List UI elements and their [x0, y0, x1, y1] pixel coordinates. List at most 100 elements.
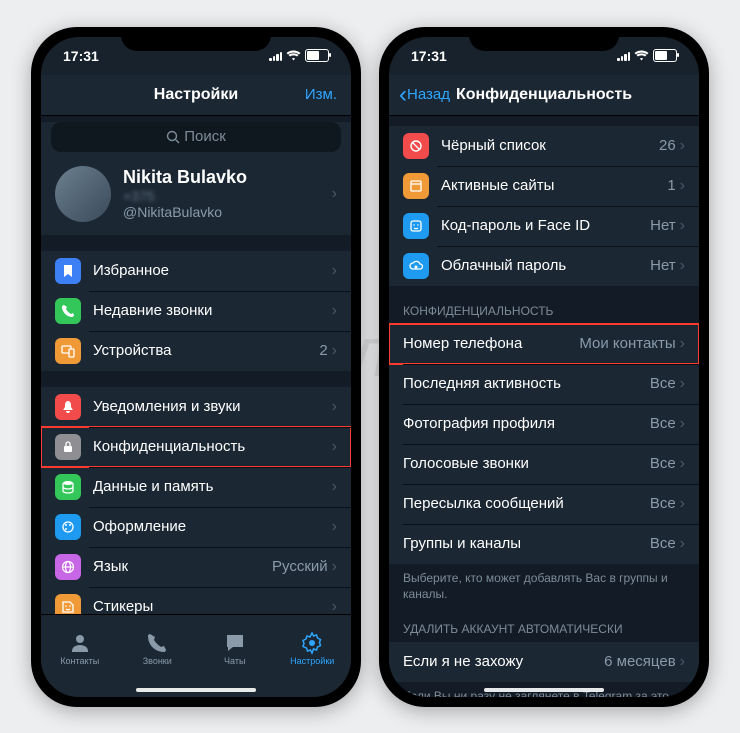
row-value: Русский: [272, 558, 328, 575]
row-label: Конфиденциальность: [93, 438, 332, 455]
settings-row[interactable]: Если я не захожу6 месяцев›: [389, 642, 699, 682]
row-label: Голосовые звонки: [403, 455, 650, 472]
tab-contacts[interactable]: Контакты: [41, 615, 119, 683]
chevron-right-icon: ›: [680, 137, 685, 155]
phone-icon: [55, 298, 81, 324]
chevron-right-icon: ›: [332, 262, 337, 280]
chevron-right-icon: ›: [680, 415, 685, 433]
section-footer: Выберите, кто может добавлять Вас в груп…: [389, 564, 699, 604]
settings-row[interactable]: Недавние звонки›: [41, 291, 351, 331]
home-indicator: [484, 688, 604, 692]
row-value: Нет: [650, 217, 676, 234]
settings-row[interactable]: Стикеры›: [41, 587, 351, 614]
row-label: Язык: [93, 558, 272, 575]
search-icon: [166, 130, 180, 144]
row-label: Уведомления и звуки: [93, 398, 332, 415]
tab-label: Контакты: [60, 656, 99, 666]
settings-row[interactable]: Конфиденциальность›: [41, 427, 351, 467]
row-value: 1: [667, 177, 675, 194]
settings-row[interactable]: Фотография профиляВсе›: [389, 404, 699, 444]
row-label: Последняя активность: [403, 375, 650, 392]
chevron-right-icon: ›: [680, 217, 685, 235]
chevron-right-icon: ›: [332, 478, 337, 496]
status-time: 17:31: [411, 48, 447, 64]
chevron-right-icon: ›: [680, 177, 685, 195]
chevron-right-icon: ›: [680, 653, 685, 671]
chevron-right-icon: ›: [332, 342, 337, 360]
signal-icon: [617, 51, 630, 61]
settings-row[interactable]: Пересылка сообщенийВсе›: [389, 484, 699, 524]
tab-chats[interactable]: Чаты: [196, 615, 274, 683]
profile-row[interactable]: Nikita Bulavko +375 @NikitaBulavko ›: [41, 158, 351, 234]
chevron-right-icon: ›: [332, 438, 337, 456]
row-label: Пересылка сообщений: [403, 495, 650, 512]
globe-icon: [55, 554, 81, 580]
settings-row[interactable]: Избранное›: [41, 251, 351, 291]
row-label: Чёрный список: [441, 137, 659, 154]
settings-row[interactable]: Номер телефонаМои контакты ›: [389, 324, 699, 364]
search-placeholder: Поиск: [184, 128, 226, 145]
row-label: Если я не захожу: [403, 653, 604, 670]
row-label: Фотография профиля: [403, 415, 650, 432]
battery-icon: [305, 49, 329, 62]
row-label: Устройства: [93, 342, 319, 359]
back-button[interactable]: ‹Назад: [399, 75, 450, 115]
chevron-right-icon: ›: [680, 495, 685, 513]
edit-button[interactable]: Изм.: [305, 75, 337, 115]
chevron-right-icon: ›: [680, 535, 685, 553]
row-label: Данные и память: [93, 478, 332, 495]
settings-row[interactable]: Данные и память›: [41, 467, 351, 507]
row-value: 26: [659, 137, 676, 154]
row-value: 2: [319, 342, 327, 359]
faceid-icon: [403, 213, 429, 239]
settings-row[interactable]: Облачный парольНет›: [389, 246, 699, 286]
page-title: Конфиденциальность: [456, 86, 632, 104]
avatar: [55, 166, 111, 222]
notch: [469, 27, 619, 51]
chevron-right-icon: ›: [332, 398, 337, 416]
row-value: Все: [650, 495, 676, 512]
tab-settings[interactable]: Настройки: [274, 615, 352, 683]
chevron-right-icon: ›: [680, 257, 685, 275]
settings-row[interactable]: Группы и каналыВсе›: [389, 524, 699, 564]
settings-row[interactable]: ЯзыкРусский›: [41, 547, 351, 587]
settings-row[interactable]: Чёрный список26›: [389, 126, 699, 166]
row-label: Номер телефона: [403, 335, 579, 352]
settings-row[interactable]: Уведомления и звуки›: [41, 387, 351, 427]
chevron-right-icon: ›: [680, 335, 685, 353]
row-value: Все: [650, 535, 676, 552]
wifi-icon: [634, 50, 649, 61]
settings-row[interactable]: Активные сайты1 ›: [389, 166, 699, 206]
row-value: 6 месяцев: [604, 653, 676, 670]
tab-label: Чаты: [224, 656, 245, 666]
chevron-right-icon: ›: [332, 185, 337, 203]
row-value: Мои контакты: [579, 335, 675, 352]
settings-row[interactable]: Код-пароль и Face IDНет›: [389, 206, 699, 246]
tab-calls[interactable]: Звонки: [119, 615, 197, 683]
back-label: Назад: [407, 86, 450, 103]
bell-icon: [55, 394, 81, 420]
wifi-icon: [286, 50, 301, 61]
notch: [121, 27, 271, 51]
chevron-right-icon: ›: [332, 518, 337, 536]
row-value: Нет: [650, 257, 676, 274]
status-time: 17:31: [63, 48, 99, 64]
profile-name: Nikita Bulavko: [123, 167, 320, 188]
settings-row[interactable]: Последняя активностьВсе›: [389, 364, 699, 404]
sticker-icon: [55, 594, 81, 614]
settings-row[interactable]: Голосовые звонкиВсе›: [389, 444, 699, 484]
settings-row[interactable]: Устройства2 ›: [41, 331, 351, 371]
page-title: Настройки: [154, 86, 238, 104]
row-value: Все: [650, 415, 676, 432]
signal-icon: [269, 51, 282, 61]
phone-right: 17:31 ‹Назад Конфиденциальность Чёрный с…: [379, 27, 709, 707]
block-icon: [403, 133, 429, 159]
search-input[interactable]: Поиск: [51, 122, 341, 152]
cloud-icon: [403, 253, 429, 279]
settings-row[interactable]: Оформление›: [41, 507, 351, 547]
row-label: Оформление: [93, 518, 332, 535]
row-label: Активные сайты: [441, 177, 667, 194]
lock-icon: [55, 434, 81, 460]
tab-bar: Контакты Звонки Чаты Настройки: [41, 614, 351, 697]
tab-label: Настройки: [290, 656, 334, 666]
